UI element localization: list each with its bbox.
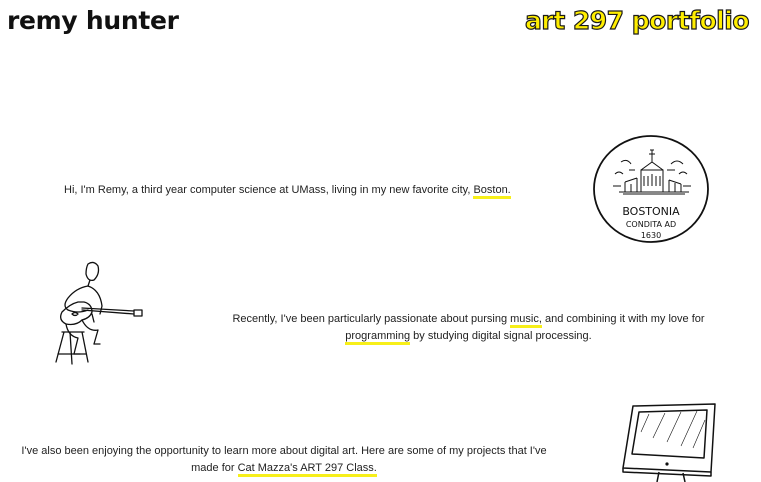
guitarist-icon: [55, 261, 143, 365]
seal-line3: 1630: [641, 231, 661, 240]
programming-link[interactable]: programming: [345, 330, 411, 345]
art-class-link[interactable]: Cat Mazza's ART 297 Class.: [237, 462, 377, 477]
site-name[interactable]: remy hunter: [7, 6, 179, 35]
boston-seal-icon: BOSTONIA CONDITA AD 1630: [593, 135, 709, 243]
music-text-middle: and combining it with my love for: [541, 313, 705, 325]
music-link[interactable]: music,: [510, 313, 542, 328]
seal-line2: CONDITA AD: [626, 220, 676, 229]
seal-line1: BOSTONIA: [622, 205, 680, 218]
intro-text: Hi, I'm Remy, a third year computer scie…: [64, 184, 474, 196]
intro-paragraph: Hi, I'm Remy, a third year computer scie…: [64, 182, 511, 199]
monitor-icon: [622, 403, 716, 482]
music-text-after: by studying digital signal processing.: [410, 330, 592, 342]
music-text-before: Recently, I've been particularly passion…: [232, 313, 511, 325]
boston-link[interactable]: Boston.: [473, 184, 511, 199]
course-title: art 297 portfolio: [524, 5, 750, 35]
music-paragraph: Recently, I've been particularly passion…: [200, 311, 737, 345]
art-paragraph: I've also been enjoying the opportunity …: [20, 443, 548, 477]
